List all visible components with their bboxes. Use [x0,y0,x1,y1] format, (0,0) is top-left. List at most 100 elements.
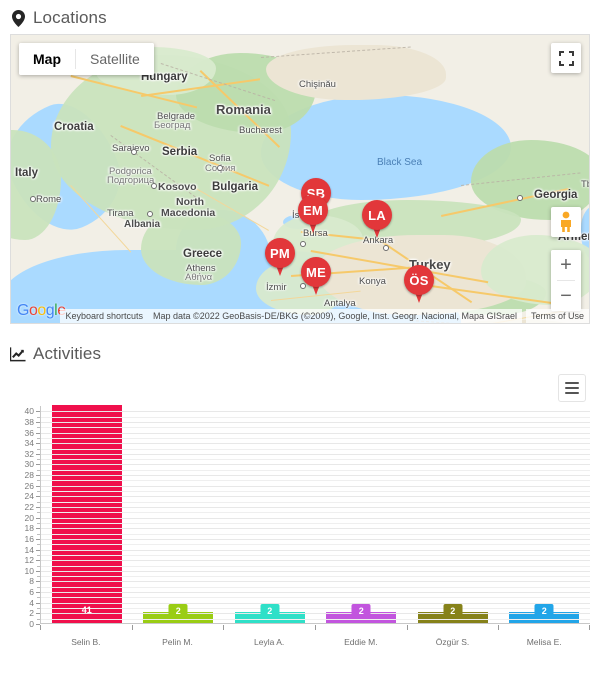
city-dot [131,149,137,155]
chart-gridline [41,491,590,493]
chart-gridline [41,421,590,423]
chart-gridline [41,443,590,445]
chart-gridline [41,533,590,535]
chart-x-tick-label: Özgür S. [435,637,470,647]
chart-gridline [41,469,590,471]
map-type-map-button[interactable]: Map [19,43,75,75]
chart-gridline [41,618,590,620]
chart-bar-value-label: 2 [351,604,371,619]
chart-y-tick-label: 10 [10,566,40,576]
city-dot [383,245,389,251]
menu-bar [565,382,579,384]
chart-gridline [41,459,590,461]
chart-y-tick-label: 0 [10,619,40,629]
zoom-out-button[interactable]: − [551,281,581,311]
locations-map[interactable]: Black Sea Mediterranean Sea Hungary Roma… [10,34,590,324]
locations-section-header: Locations [0,0,600,34]
chart-y-axis: 0 2 4 6 8 10 12 14 16 18 20 22 24 26 28 30 32 34 36 38 40 [10,406,40,629]
map-marker-os[interactable]: ÖS [404,265,434,305]
menu-bar [565,387,579,389]
chart-y-tick-label: 18 [10,523,40,533]
chart-y-tick-label: 24 [10,491,40,501]
chart-x-tick-mark [40,625,41,630]
map-marker-pm[interactable]: PM [265,238,295,278]
map-marker-la[interactable]: LA [362,200,392,240]
chart-y-tick-label: 36 [10,428,40,438]
map-canvas[interactable]: Black Sea Mediterranean Sea Hungary Roma… [11,35,589,323]
chart-x-tick: Selin B. [40,625,132,657]
chart-gridline [41,565,590,567]
zoom-in-button[interactable]: + [551,250,581,280]
chart-x-tick-mark [131,625,133,630]
chart-gridline [41,453,590,455]
chart-bar-value-label: 2 [534,604,554,619]
chart-x-tick: Eddie M. [315,625,407,657]
city-dot [217,165,223,171]
chart-gridline [41,538,590,540]
chart-bar-value-label: 2 [443,604,463,619]
chart-y-tick-label: 32 [10,449,40,459]
map-type-control[interactable]: Map Satellite [19,43,154,75]
street-view-pegman-icon[interactable] [551,207,581,237]
chart-gridline [41,522,590,524]
chart-x-tick-label: Eddie M. [344,637,378,647]
chart-y-tick-label: 4 [10,598,40,608]
chart-x-tick-label: Melisa E. [526,637,562,647]
activities-chart: 0 2 4 6 8 10 12 14 16 18 20 22 24 26 28 30 32 34 36 38 40 41… [10,370,591,660]
chart-x-tick: Özgür S. [406,625,499,657]
chart-gridline [41,475,590,477]
chart-y-tick-label: 40 [10,406,40,416]
chart-y-tick-label: 38 [10,417,40,427]
chart-gridline [41,597,590,599]
map-zoom-controls[interactable]: + − [551,250,581,311]
chart-y-tick-label: 14 [10,545,40,555]
city-dot [151,183,157,189]
locations-title: Locations [33,8,107,27]
chart-x-tick-mark [406,625,408,630]
city-dot [30,196,36,202]
chart-bar-value-label: 41 [81,605,92,615]
chart-gridline [41,586,590,588]
chart-x-tick: Pelin M. [131,625,224,657]
chart-gridline [41,528,590,530]
chart-gridline [41,592,590,594]
chart-y-tick-label: 2 [10,608,40,618]
city-dot [147,211,153,217]
hamburger-menu-icon[interactable] [558,374,586,402]
menu-bar [565,392,579,394]
activities-title: Activities [33,344,102,363]
chart-y-tick-label: 6 [10,587,40,597]
chart-line-icon [10,345,26,363]
chart-x-tick: Melisa E. [498,625,591,657]
chart-x-axis: Selin B. Pelin M. Leyla A. Eddie M. Özgür S.… [40,625,591,657]
map-marker-me[interactable]: ME [301,257,331,297]
map-marker-em[interactable]: EM [298,195,328,235]
chart-gridline [41,517,590,519]
city-dot [300,241,306,247]
chart-bar-value-label: 2 [260,604,280,619]
chart-gridline [41,427,590,429]
chart-x-tick-label: Leyla A. [254,637,285,647]
chart-gridline [41,554,590,556]
chart-gridline [41,570,590,572]
chart-gridline [41,432,590,434]
chart-y-tick-label: 28 [10,470,40,480]
marker-label: ME [306,264,326,280]
marker-label: LA [368,207,386,223]
chart-y-tick-label: 22 [10,502,40,512]
chart-y-tick-label: 30 [10,459,40,469]
marker-label: ÖS [409,272,429,288]
chart-gridline [41,581,590,583]
map-type-satellite-button[interactable]: Satellite [76,43,154,75]
chart-gridline [41,512,590,514]
chart-gridline [41,507,590,509]
fullscreen-icon[interactable] [551,43,581,73]
chart-gridline [41,480,590,482]
terrain-ukraine-steppe [266,45,446,100]
chart-gridline [41,437,590,439]
chart-x-tick-mark-end [589,625,591,630]
chart-gridline [41,560,590,562]
chart-x-tick-mark [223,625,225,630]
chart-gridline [41,411,590,413]
map-pin-icon [10,9,26,27]
